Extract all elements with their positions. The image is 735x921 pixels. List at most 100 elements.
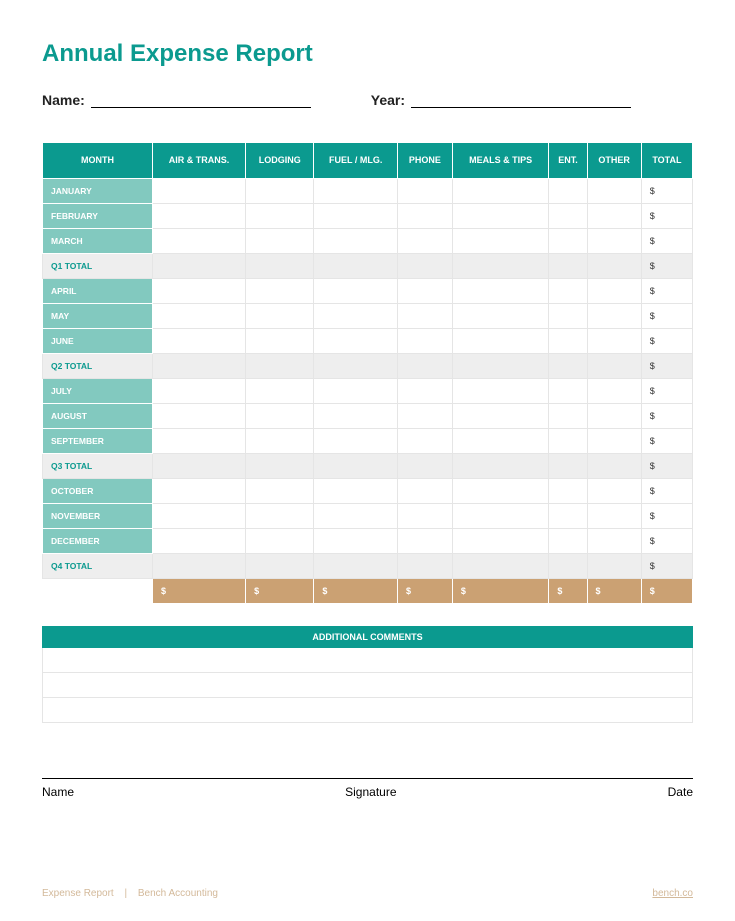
- row-total[interactable]: $: [641, 204, 692, 229]
- cell[interactable]: [314, 529, 398, 554]
- cell[interactable]: [452, 279, 548, 304]
- cell[interactable]: [246, 504, 314, 529]
- cell[interactable]: [246, 429, 314, 454]
- cell[interactable]: [549, 529, 587, 554]
- cell[interactable]: [587, 229, 641, 254]
- cell[interactable]: [549, 229, 587, 254]
- cell[interactable]: [246, 229, 314, 254]
- comments-row[interactable]: [42, 648, 693, 673]
- row-total[interactable]: $: [641, 504, 692, 529]
- cell[interactable]: [314, 404, 398, 429]
- cell[interactable]: [314, 429, 398, 454]
- row-total[interactable]: $: [641, 404, 692, 429]
- cell[interactable]: [153, 404, 246, 429]
- cell[interactable]: [314, 279, 398, 304]
- cell[interactable]: [397, 429, 452, 454]
- cell[interactable]: [314, 379, 398, 404]
- cell[interactable]: [153, 504, 246, 529]
- row-total[interactable]: $: [641, 304, 692, 329]
- cell[interactable]: [549, 354, 587, 379]
- cell[interactable]: [587, 379, 641, 404]
- cell[interactable]: [587, 279, 641, 304]
- cell[interactable]: [314, 304, 398, 329]
- cell[interactable]: [549, 179, 587, 204]
- cell[interactable]: [153, 229, 246, 254]
- cell[interactable]: [314, 179, 398, 204]
- cell[interactable]: [397, 329, 452, 354]
- row-total[interactable]: $: [641, 279, 692, 304]
- cell[interactable]: [452, 454, 548, 479]
- cell[interactable]: [314, 254, 398, 279]
- cell[interactable]: [246, 354, 314, 379]
- cell[interactable]: [587, 529, 641, 554]
- cell[interactable]: [397, 529, 452, 554]
- cell[interactable]: [452, 529, 548, 554]
- cell[interactable]: [246, 329, 314, 354]
- cell[interactable]: [314, 554, 398, 579]
- cell[interactable]: [397, 229, 452, 254]
- cell[interactable]: [397, 504, 452, 529]
- cell[interactable]: [587, 429, 641, 454]
- cell[interactable]: [587, 179, 641, 204]
- cell[interactable]: [153, 429, 246, 454]
- cell[interactable]: [549, 554, 587, 579]
- cell[interactable]: [153, 204, 246, 229]
- cell[interactable]: [246, 379, 314, 404]
- cell[interactable]: [153, 179, 246, 204]
- cell[interactable]: [549, 204, 587, 229]
- cell[interactable]: [452, 504, 548, 529]
- row-total[interactable]: $: [641, 429, 692, 454]
- row-total[interactable]: $: [641, 354, 692, 379]
- cell[interactable]: [246, 454, 314, 479]
- cell[interactable]: [452, 204, 548, 229]
- cell[interactable]: [246, 404, 314, 429]
- cell[interactable]: [549, 379, 587, 404]
- name-input-line[interactable]: [91, 90, 311, 108]
- cell[interactable]: [153, 279, 246, 304]
- cell[interactable]: [314, 229, 398, 254]
- cell[interactable]: [587, 554, 641, 579]
- cell[interactable]: [153, 254, 246, 279]
- cell[interactable]: [587, 479, 641, 504]
- cell[interactable]: [397, 179, 452, 204]
- cell[interactable]: [452, 429, 548, 454]
- cell[interactable]: [587, 404, 641, 429]
- cell[interactable]: [153, 479, 246, 504]
- cell[interactable]: [246, 529, 314, 554]
- cell[interactable]: [397, 379, 452, 404]
- cell[interactable]: [153, 554, 246, 579]
- cell[interactable]: [452, 304, 548, 329]
- row-total[interactable]: $: [641, 179, 692, 204]
- cell[interactable]: [246, 179, 314, 204]
- cell[interactable]: [314, 504, 398, 529]
- cell[interactable]: [452, 179, 548, 204]
- cell[interactable]: [314, 454, 398, 479]
- cell[interactable]: [397, 254, 452, 279]
- cell[interactable]: [452, 229, 548, 254]
- cell[interactable]: [397, 479, 452, 504]
- cell[interactable]: [587, 329, 641, 354]
- cell[interactable]: [246, 254, 314, 279]
- cell[interactable]: [587, 454, 641, 479]
- row-total[interactable]: $: [641, 329, 692, 354]
- row-total[interactable]: $: [641, 554, 692, 579]
- cell[interactable]: [246, 279, 314, 304]
- cell[interactable]: [314, 204, 398, 229]
- cell[interactable]: [452, 329, 548, 354]
- cell[interactable]: [153, 304, 246, 329]
- year-input-line[interactable]: [411, 90, 631, 108]
- cell[interactable]: [452, 254, 548, 279]
- cell[interactable]: [397, 554, 452, 579]
- cell[interactable]: [452, 379, 548, 404]
- row-total[interactable]: $: [641, 229, 692, 254]
- cell[interactable]: [153, 379, 246, 404]
- cell[interactable]: [246, 479, 314, 504]
- cell[interactable]: [587, 204, 641, 229]
- cell[interactable]: [397, 354, 452, 379]
- cell[interactable]: [549, 504, 587, 529]
- cell[interactable]: [246, 204, 314, 229]
- cell[interactable]: [153, 329, 246, 354]
- row-total[interactable]: $: [641, 379, 692, 404]
- cell[interactable]: [153, 529, 246, 554]
- row-total[interactable]: $: [641, 529, 692, 554]
